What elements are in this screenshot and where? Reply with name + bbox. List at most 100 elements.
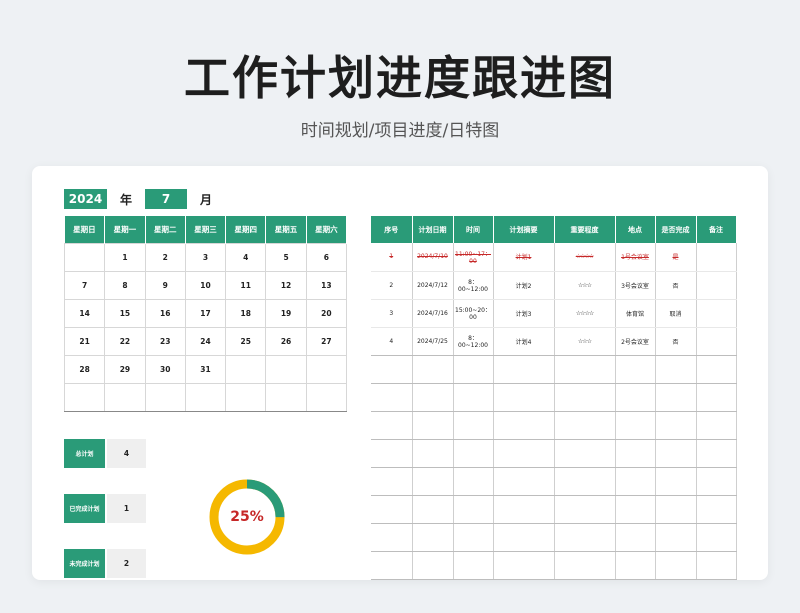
calendar-day-cell[interactable]: 11 xyxy=(225,270,267,300)
plan-empty-cell[interactable] xyxy=(554,383,616,412)
plan-empty-cell[interactable] xyxy=(655,439,697,468)
plan-empty-cell[interactable] xyxy=(696,411,737,440)
calendar-day-cell[interactable] xyxy=(265,354,307,384)
calendar-day-cell[interactable]: 12 xyxy=(265,270,307,300)
calendar-day-cell[interactable]: 8 xyxy=(104,270,146,300)
calendar-day-cell[interactable] xyxy=(144,382,186,412)
calendar-day-cell[interactable] xyxy=(305,382,348,412)
calendar-day-cell[interactable] xyxy=(104,382,146,412)
plan-empty-cell[interactable] xyxy=(493,355,555,384)
plan-cell-time[interactable]: 11:00~17：00 xyxy=(453,243,494,272)
calendar-day-cell[interactable]: 9 xyxy=(144,270,186,300)
plan-empty-cell[interactable] xyxy=(554,439,616,468)
plan-empty-cell[interactable] xyxy=(371,383,413,412)
plan-empty-cell[interactable] xyxy=(696,467,737,496)
calendar-day-cell[interactable]: 15 xyxy=(104,298,146,328)
plan-empty-cell[interactable] xyxy=(655,355,697,384)
plan-empty-cell[interactable] xyxy=(412,355,454,384)
plan-cell-note[interactable] xyxy=(696,243,737,272)
plan-cell-done[interactable]: 否 xyxy=(655,271,697,300)
calendar-day-cell[interactable]: 14 xyxy=(63,298,106,328)
calendar-day-cell[interactable] xyxy=(265,382,307,412)
plan-empty-cell[interactable] xyxy=(453,411,494,440)
plan-empty-cell[interactable] xyxy=(554,551,616,580)
plan-empty-cell[interactable] xyxy=(655,495,697,524)
calendar-day-cell[interactable]: 21 xyxy=(63,326,106,356)
plan-empty-cell[interactable] xyxy=(554,355,616,384)
plan-empty-cell[interactable] xyxy=(655,523,697,552)
plan-empty-cell[interactable] xyxy=(554,523,616,552)
calendar-day-cell[interactable]: 23 xyxy=(144,326,186,356)
plan-empty-cell[interactable] xyxy=(615,467,656,496)
plan-cell-place[interactable]: 2号会议室 xyxy=(615,327,656,356)
calendar-day-cell[interactable]: 10 xyxy=(184,270,227,300)
plan-empty-cell[interactable] xyxy=(371,411,413,440)
calendar-day-cell[interactable]: 29 xyxy=(104,354,146,384)
plan-empty-cell[interactable] xyxy=(655,551,697,580)
calendar-day-cell[interactable]: 2 xyxy=(144,242,186,272)
calendar-day-cell[interactable]: 30 xyxy=(144,354,186,384)
plan-cell-place[interactable]: 1号会议室 xyxy=(615,243,656,272)
plan-cell-date[interactable]: 2024/7/10 xyxy=(412,243,454,272)
plan-empty-cell[interactable] xyxy=(453,439,494,468)
calendar-day-cell[interactable]: 22 xyxy=(104,326,146,356)
calendar-day-cell[interactable]: 24 xyxy=(184,326,227,356)
calendar-day-cell[interactable]: 13 xyxy=(305,270,348,300)
plan-row[interactable]: 1 2024/7/10 11:00~17：00 计划1 ☆☆☆☆ 1号会议室是 xyxy=(371,243,737,272)
plan-empty-cell[interactable] xyxy=(412,411,454,440)
plan-empty-cell[interactable] xyxy=(371,495,413,524)
plan-cell-summary[interactable]: 计划1 xyxy=(493,243,555,272)
plan-empty-cell[interactable] xyxy=(493,383,555,412)
plan-cell-time[interactable]: 15:00~20：00 xyxy=(453,299,494,328)
plan-cell-importance[interactable]: ☆☆☆☆ xyxy=(554,299,616,328)
calendar-day-cell[interactable]: 25 xyxy=(225,326,267,356)
calendar-day-cell[interactable]: 5 xyxy=(265,242,307,272)
plan-empty-cell[interactable] xyxy=(453,551,494,580)
calendar-day-cell[interactable]: 7 xyxy=(63,270,106,300)
plan-cell-no[interactable]: 4 xyxy=(371,327,413,356)
plan-empty-cell[interactable] xyxy=(412,439,454,468)
calendar-day-cell[interactable]: 20 xyxy=(305,298,348,328)
plan-empty-cell[interactable] xyxy=(655,467,697,496)
plan-cell-time[interactable]: 8：00~12:00 xyxy=(453,271,494,300)
plan-empty-cell[interactable] xyxy=(371,551,413,580)
plan-empty-cell[interactable] xyxy=(554,411,616,440)
month-field[interactable]: 7 xyxy=(145,189,187,209)
plan-empty-cell[interactable] xyxy=(493,467,555,496)
plan-empty-cell[interactable] xyxy=(696,355,737,384)
calendar-day-cell[interactable] xyxy=(305,354,348,384)
plan-empty-cell[interactable] xyxy=(615,411,656,440)
plan-cell-no[interactable]: 1 xyxy=(371,243,413,272)
plan-cell-note[interactable] xyxy=(696,299,737,328)
plan-empty-cell[interactable] xyxy=(554,467,616,496)
calendar-day-cell[interactable]: 26 xyxy=(265,326,307,356)
plan-empty-cell[interactable] xyxy=(453,523,494,552)
plan-empty-cell[interactable] xyxy=(493,439,555,468)
calendar-day-cell[interactable] xyxy=(225,354,267,384)
plan-empty-cell[interactable] xyxy=(554,495,616,524)
calendar-day-cell[interactable]: 28 xyxy=(63,354,106,384)
plan-cell-date[interactable]: 2024/7/25 xyxy=(412,327,454,356)
plan-cell-summary[interactable]: 计划4 xyxy=(493,327,555,356)
plan-empty-cell[interactable] xyxy=(453,355,494,384)
calendar-day-cell[interactable]: 4 xyxy=(225,242,267,272)
calendar-day-cell[interactable] xyxy=(225,382,267,412)
plan-empty-cell[interactable] xyxy=(493,523,555,552)
plan-empty-cell[interactable] xyxy=(453,495,494,524)
calendar-day-cell[interactable] xyxy=(63,382,106,412)
plan-cell-done[interactable]: 否 xyxy=(655,327,697,356)
plan-empty-cell[interactable] xyxy=(453,383,494,412)
calendar-day-cell[interactable]: 17 xyxy=(184,298,227,328)
plan-empty-cell[interactable] xyxy=(696,523,737,552)
plan-empty-cell[interactable] xyxy=(615,439,656,468)
plan-cell-importance[interactable]: ☆☆☆ xyxy=(554,271,616,300)
plan-cell-summary[interactable]: 计划2 xyxy=(493,271,555,300)
calendar-day-cell[interactable]: 3 xyxy=(184,242,227,272)
calendar-day-cell[interactable] xyxy=(184,382,227,412)
calendar-day-cell[interactable] xyxy=(63,242,106,272)
plan-empty-cell[interactable] xyxy=(371,355,413,384)
plan-empty-cell[interactable] xyxy=(615,551,656,580)
plan-cell-done[interactable]: 取消 xyxy=(655,299,697,328)
plan-empty-cell[interactable] xyxy=(615,355,656,384)
plan-empty-cell[interactable] xyxy=(696,383,737,412)
